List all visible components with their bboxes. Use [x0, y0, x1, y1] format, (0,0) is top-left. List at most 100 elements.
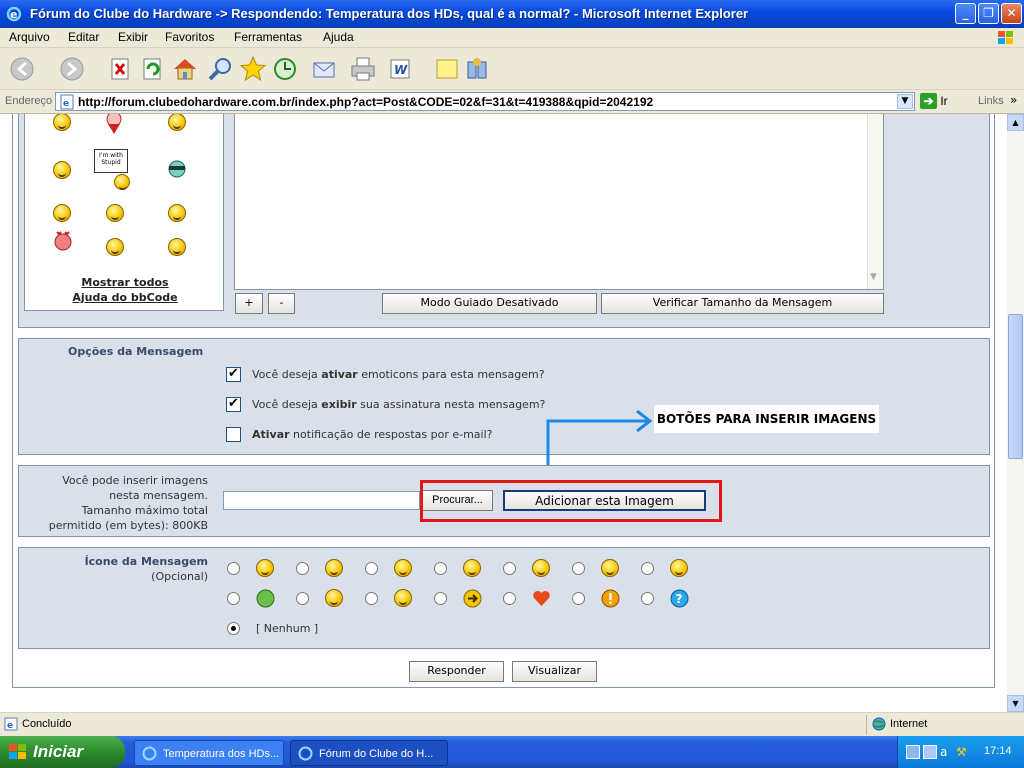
emoticon-sad-icon[interactable]: [53, 204, 71, 222]
emoticons-checkbox[interactable]: [226, 366, 241, 382]
email-notify-checkbox[interactable]: [226, 427, 241, 442]
icon-title: Ícone da Mensagem: [84, 555, 208, 568]
chevron-down-icon[interactable]: ▼: [897, 94, 913, 109]
icon-radio-13[interactable]: [572, 592, 585, 605]
emoticon-love-icon[interactable]: [51, 228, 75, 252]
minimize-button[interactable]: _: [955, 3, 976, 24]
guided-mode-button[interactable]: Modo Guiado Desativado: [382, 293, 597, 314]
mail-icon[interactable]: [310, 54, 340, 84]
icon-radio-4[interactable]: [434, 562, 447, 575]
start-button[interactable]: Iniciar: [0, 736, 125, 768]
icon-radio-12[interactable]: [503, 592, 516, 605]
menu-favoritos[interactable]: Favoritos: [165, 30, 214, 44]
search-icon[interactable]: [206, 54, 236, 84]
scroll-down-icon[interactable]: ▼: [870, 272, 877, 282]
go-button[interactable]: ➔ Ir: [920, 93, 948, 109]
emoticon-glasses-icon[interactable]: [106, 238, 124, 256]
svg-text:?: ?: [676, 592, 683, 606]
print-icon[interactable]: [348, 54, 378, 84]
windows-logo-icon: [998, 31, 1013, 44]
menu-bar: Arquivo Editar Exibir Favoritos Ferramen…: [0, 28, 1024, 48]
windows-flag-icon: [9, 744, 26, 759]
back-icon[interactable]: [8, 54, 38, 84]
icon-radio-14[interactable]: [641, 592, 654, 605]
icon-tongue-icon: [463, 559, 481, 577]
emoticon-devil-icon[interactable]: [103, 114, 125, 136]
forward-icon[interactable]: [58, 54, 88, 84]
icon-radio-none[interactable]: [227, 622, 240, 635]
restore-button[interactable]: ❐: [978, 3, 999, 24]
scroll-down-arrow-icon[interactable]: ▼: [1007, 695, 1024, 712]
bbcode-help-link[interactable]: Ajuda do bbCode: [25, 291, 225, 304]
icon-radio-6[interactable]: [572, 562, 585, 575]
favorites-star-icon[interactable]: [238, 54, 268, 84]
address-input[interactable]: e http://forum.clubedohardware.com.br/in…: [55, 92, 915, 111]
emoticon-cheesy-icon[interactable]: [168, 238, 186, 256]
emoticon-surprised-icon[interactable]: [168, 204, 186, 222]
textarea-scrollbar[interactable]: ▼: [867, 114, 883, 289]
decrease-size-button[interactable]: -: [268, 293, 295, 314]
increase-size-button[interactable]: +: [235, 293, 263, 314]
emoticon-confused-icon[interactable]: [106, 204, 124, 222]
icon-radio-2[interactable]: [296, 562, 309, 575]
network-icon-2[interactable]: [923, 745, 937, 759]
icon-radio-11[interactable]: [434, 592, 447, 605]
icon-radio-8[interactable]: [227, 592, 240, 605]
icon-angry-icon: [670, 559, 688, 577]
icon-radio-9[interactable]: [296, 592, 309, 605]
emoticon-wink-icon[interactable]: [53, 161, 71, 179]
emoticon-smile-icon[interactable]: [168, 114, 186, 131]
network-icon[interactable]: [906, 745, 920, 759]
menu-arquivo[interactable]: Arquivo: [9, 30, 50, 44]
emoticon-box: I'm with Stupid Mostrar todos Ajuda do b…: [24, 114, 224, 311]
double-chevron-icon[interactable]: »: [1010, 93, 1017, 107]
close-button[interactable]: ✕: [1001, 3, 1022, 24]
icon-radio-1[interactable]: [227, 562, 240, 575]
menu-ajuda[interactable]: Ajuda: [323, 30, 354, 44]
scroll-thumb[interactable]: [1008, 314, 1023, 459]
discuss-note-icon[interactable]: [432, 54, 462, 84]
research-icon[interactable]: [462, 54, 492, 84]
toolbar: W: [0, 48, 1024, 90]
menu-ferramentas[interactable]: Ferramentas: [234, 30, 302, 44]
icon-radio-7[interactable]: [641, 562, 654, 575]
links-label[interactable]: Links: [978, 95, 1004, 107]
stop-icon[interactable]: [106, 54, 136, 84]
menu-exibir[interactable]: Exibir: [118, 30, 148, 44]
icon-none-label: [ Nenhum ]: [256, 622, 319, 635]
check-message-size-button[interactable]: Verificar Tamanho da Mensagem: [601, 293, 884, 314]
window-title: Fórum do Clube do Hardware -> Respondend…: [30, 6, 749, 21]
reply-button[interactable]: Responder: [409, 661, 504, 682]
home-icon[interactable]: [170, 54, 200, 84]
menu-editar[interactable]: Editar: [68, 30, 99, 44]
system-tray: a ⚒ 17:14: [897, 736, 1024, 768]
task-label-2: Fórum do Clube do H...: [319, 748, 434, 760]
svg-text:W: W: [394, 63, 408, 77]
icon-radio-3[interactable]: [365, 562, 378, 575]
signature-checkbox[interactable]: [226, 396, 241, 412]
taskbar-item-temperatura[interactable]: Temperatura dos HDs...: [134, 740, 284, 766]
edit-word-icon[interactable]: W: [385, 54, 415, 84]
emoticon-cool-icon[interactable]: [165, 159, 189, 179]
message-textarea[interactable]: ▼: [234, 114, 884, 290]
history-icon[interactable]: [270, 54, 300, 84]
image-file-input[interactable]: [223, 491, 420, 510]
icon-radio-10[interactable]: [365, 592, 378, 605]
show-all-emoticons-link[interactable]: Mostrar todos: [25, 276, 225, 289]
scroll-up-icon[interactable]: ▲: [1007, 114, 1024, 131]
icon-nerd-icon: [394, 589, 412, 607]
status-bar: e Concluído Internet: [0, 712, 1024, 736]
page-scrollbar[interactable]: ▲ ▼: [1007, 114, 1024, 712]
refresh-icon[interactable]: [138, 54, 168, 84]
icon-heart-icon: [533, 590, 550, 606]
volume-icon[interactable]: a: [940, 745, 954, 759]
upload-description: Você pode inserir imagens nesta mensagem…: [48, 474, 208, 532]
preview-button[interactable]: Visualizar: [512, 661, 597, 682]
window-title-bar[interactable]: e Fórum do Clube do Hardware -> Responde…: [0, 0, 1024, 28]
tray-tool-icon[interactable]: ⚒: [956, 745, 970, 759]
emoticon-laugh-icon[interactable]: [53, 114, 71, 131]
taskbar-item-forum[interactable]: Fórum do Clube do H...: [290, 740, 448, 766]
emoticon-sign-icon[interactable]: I'm with Stupid: [94, 149, 128, 173]
icon-radio-5[interactable]: [503, 562, 516, 575]
icon-arrow-right-icon: [463, 589, 482, 608]
